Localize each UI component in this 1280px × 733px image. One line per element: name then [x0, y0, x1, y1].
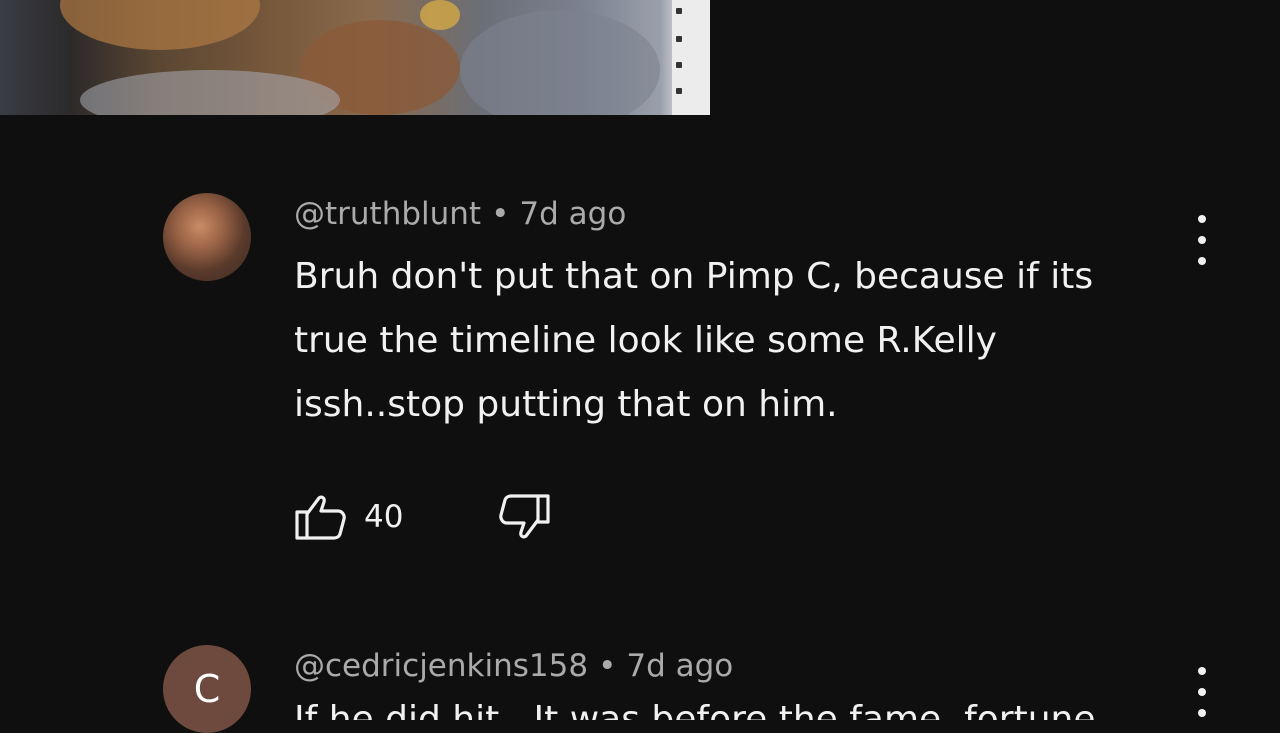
meta-separator: • — [491, 196, 510, 232]
meta-separator: • — [598, 648, 617, 684]
comment-author[interactable]: @cedricjenkins158 — [294, 648, 588, 684]
more-vert-icon[interactable] — [1188, 667, 1216, 717]
video-thumbnail[interactable] — [0, 0, 710, 115]
comment-actions: 40 — [294, 492, 551, 542]
comment-text: Bruh don't put that on Pimp C, because i… — [294, 256, 1094, 425]
comment-meta: @cedricjenkins158 • 7d ago — [294, 648, 733, 684]
comment-author[interactable]: @truthblunt — [294, 196, 481, 232]
dislike-button[interactable] — [497, 494, 551, 540]
like-count: 40 — [364, 499, 404, 535]
avatar-photo — [163, 193, 251, 281]
avatar-letter: C — [193, 667, 221, 711]
avatar[interactable] — [163, 193, 251, 281]
comment-meta: @truthblunt • 7d ago — [294, 196, 626, 232]
thumbs-up-icon — [295, 495, 346, 540]
comment-time: 7d ago — [519, 196, 627, 232]
like-button[interactable]: 40 — [294, 494, 403, 540]
thumbs-down-icon — [499, 494, 551, 539]
comment-text: If he did hit.. It was before the fame, … — [294, 699, 1096, 720]
more-vert-icon[interactable] — [1188, 215, 1216, 265]
comment-time: 7d ago — [626, 648, 734, 684]
